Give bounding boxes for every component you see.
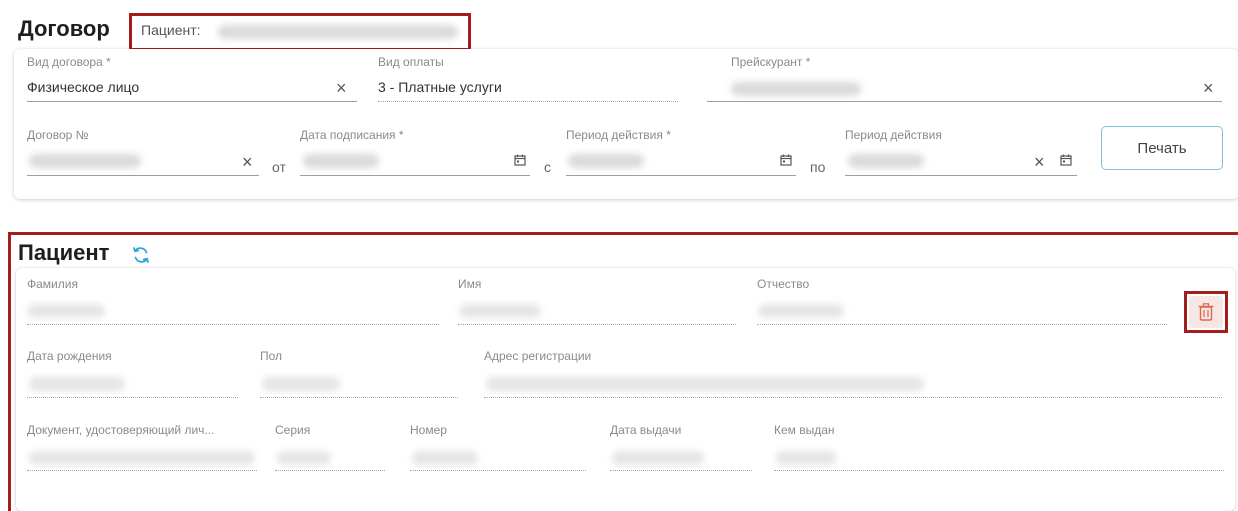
contract-number-value[interactable]: [29, 154, 141, 168]
period-from-value[interactable]: [568, 154, 644, 168]
contract-number-clear-icon[interactable]: ×: [242, 153, 253, 171]
sex-value: [262, 377, 340, 391]
issue-date-value: [612, 451, 704, 465]
price-list-underline: [707, 101, 1222, 102]
separator-to: по: [810, 159, 826, 175]
contract-type-underline: [27, 101, 357, 102]
period-from-calendar-icon[interactable]: [780, 154, 792, 166]
contract-number-underline: [27, 175, 259, 176]
separator-from: от: [272, 159, 286, 175]
period-to-label: Период действия: [845, 128, 942, 142]
period-to-value[interactable]: [848, 154, 924, 168]
last-name-value: [27, 304, 105, 318]
patronymic-underline: [757, 324, 1167, 325]
address-value: [486, 377, 924, 391]
price-list-label: Прейскурант *: [731, 55, 811, 69]
patronymic-value: [758, 304, 844, 318]
period-to-underline: [845, 175, 1077, 176]
contract-patient-name: [218, 25, 458, 39]
contract-number-label: Договор №: [27, 128, 89, 142]
payment-type-label: Вид оплаты: [378, 55, 444, 69]
price-list-value[interactable]: [731, 82, 861, 96]
contract-type-value[interactable]: Физическое лицо: [27, 79, 139, 95]
last-name-underline: [27, 324, 439, 325]
first-name-underline: [458, 324, 736, 325]
price-list-clear-icon[interactable]: ×: [1203, 79, 1214, 97]
period-to-clear-icon[interactable]: ×: [1034, 153, 1045, 171]
separator-c: с: [544, 159, 551, 175]
first-name-label: Имя: [458, 277, 482, 291]
delete-patient-inner: [1189, 296, 1223, 328]
issued-by-label: Кем выдан: [774, 423, 835, 437]
birth-date-label: Дата рождения: [27, 349, 112, 363]
refresh-icon[interactable]: [131, 245, 151, 265]
birth-date-underline: [27, 397, 238, 398]
sign-date-value[interactable]: [303, 154, 379, 168]
contract-card: [14, 49, 1238, 199]
first-name-value: [459, 304, 541, 318]
payment-type-value[interactable]: 3 - Платные услуги: [378, 79, 502, 95]
sex-underline: [260, 397, 458, 398]
print-button[interactable]: Печать: [1101, 126, 1223, 170]
delete-patient-button[interactable]: [1184, 291, 1228, 333]
sign-date-underline: [300, 175, 530, 176]
document-label: Документ, удостоверяющий лич...: [27, 423, 215, 437]
series-value: [277, 451, 331, 465]
document-value: [29, 451, 255, 465]
patient-title: Пациент: [18, 240, 110, 265]
series-underline: [275, 470, 385, 471]
number-label: Номер: [410, 423, 447, 437]
series-label: Серия: [275, 423, 311, 437]
number-underline: [410, 470, 586, 471]
number-value: [412, 451, 478, 465]
document-underline: [27, 470, 257, 471]
contract-type-label: Вид договора *: [27, 55, 111, 69]
contract-title: Договор: [18, 16, 110, 41]
contract-type-clear-icon[interactable]: ×: [336, 79, 347, 97]
last-name-label: Фамилия: [27, 277, 78, 291]
period-from-label: Период действия *: [566, 128, 671, 142]
period-to-calendar-icon[interactable]: [1060, 154, 1072, 166]
issue-date-underline: [610, 470, 752, 471]
contract-patient-label: Пациент:: [141, 22, 201, 38]
patronymic-label: Отчество: [757, 277, 810, 291]
sex-label: Пол: [260, 349, 283, 363]
issued-by-value: [776, 451, 836, 465]
sign-date-label: Дата подписания *: [300, 128, 404, 142]
sign-date-calendar-icon[interactable]: [514, 154, 526, 166]
period-from-underline: [566, 175, 796, 176]
issue-date-label: Дата выдачи: [610, 423, 682, 437]
address-underline: [484, 397, 1222, 398]
payment-type-underline: [378, 101, 678, 102]
address-label: Адрес регистрации: [484, 349, 592, 363]
issued-by-underline: [774, 470, 1224, 471]
birth-date-value: [29, 377, 125, 391]
trash-icon: [1198, 303, 1214, 321]
